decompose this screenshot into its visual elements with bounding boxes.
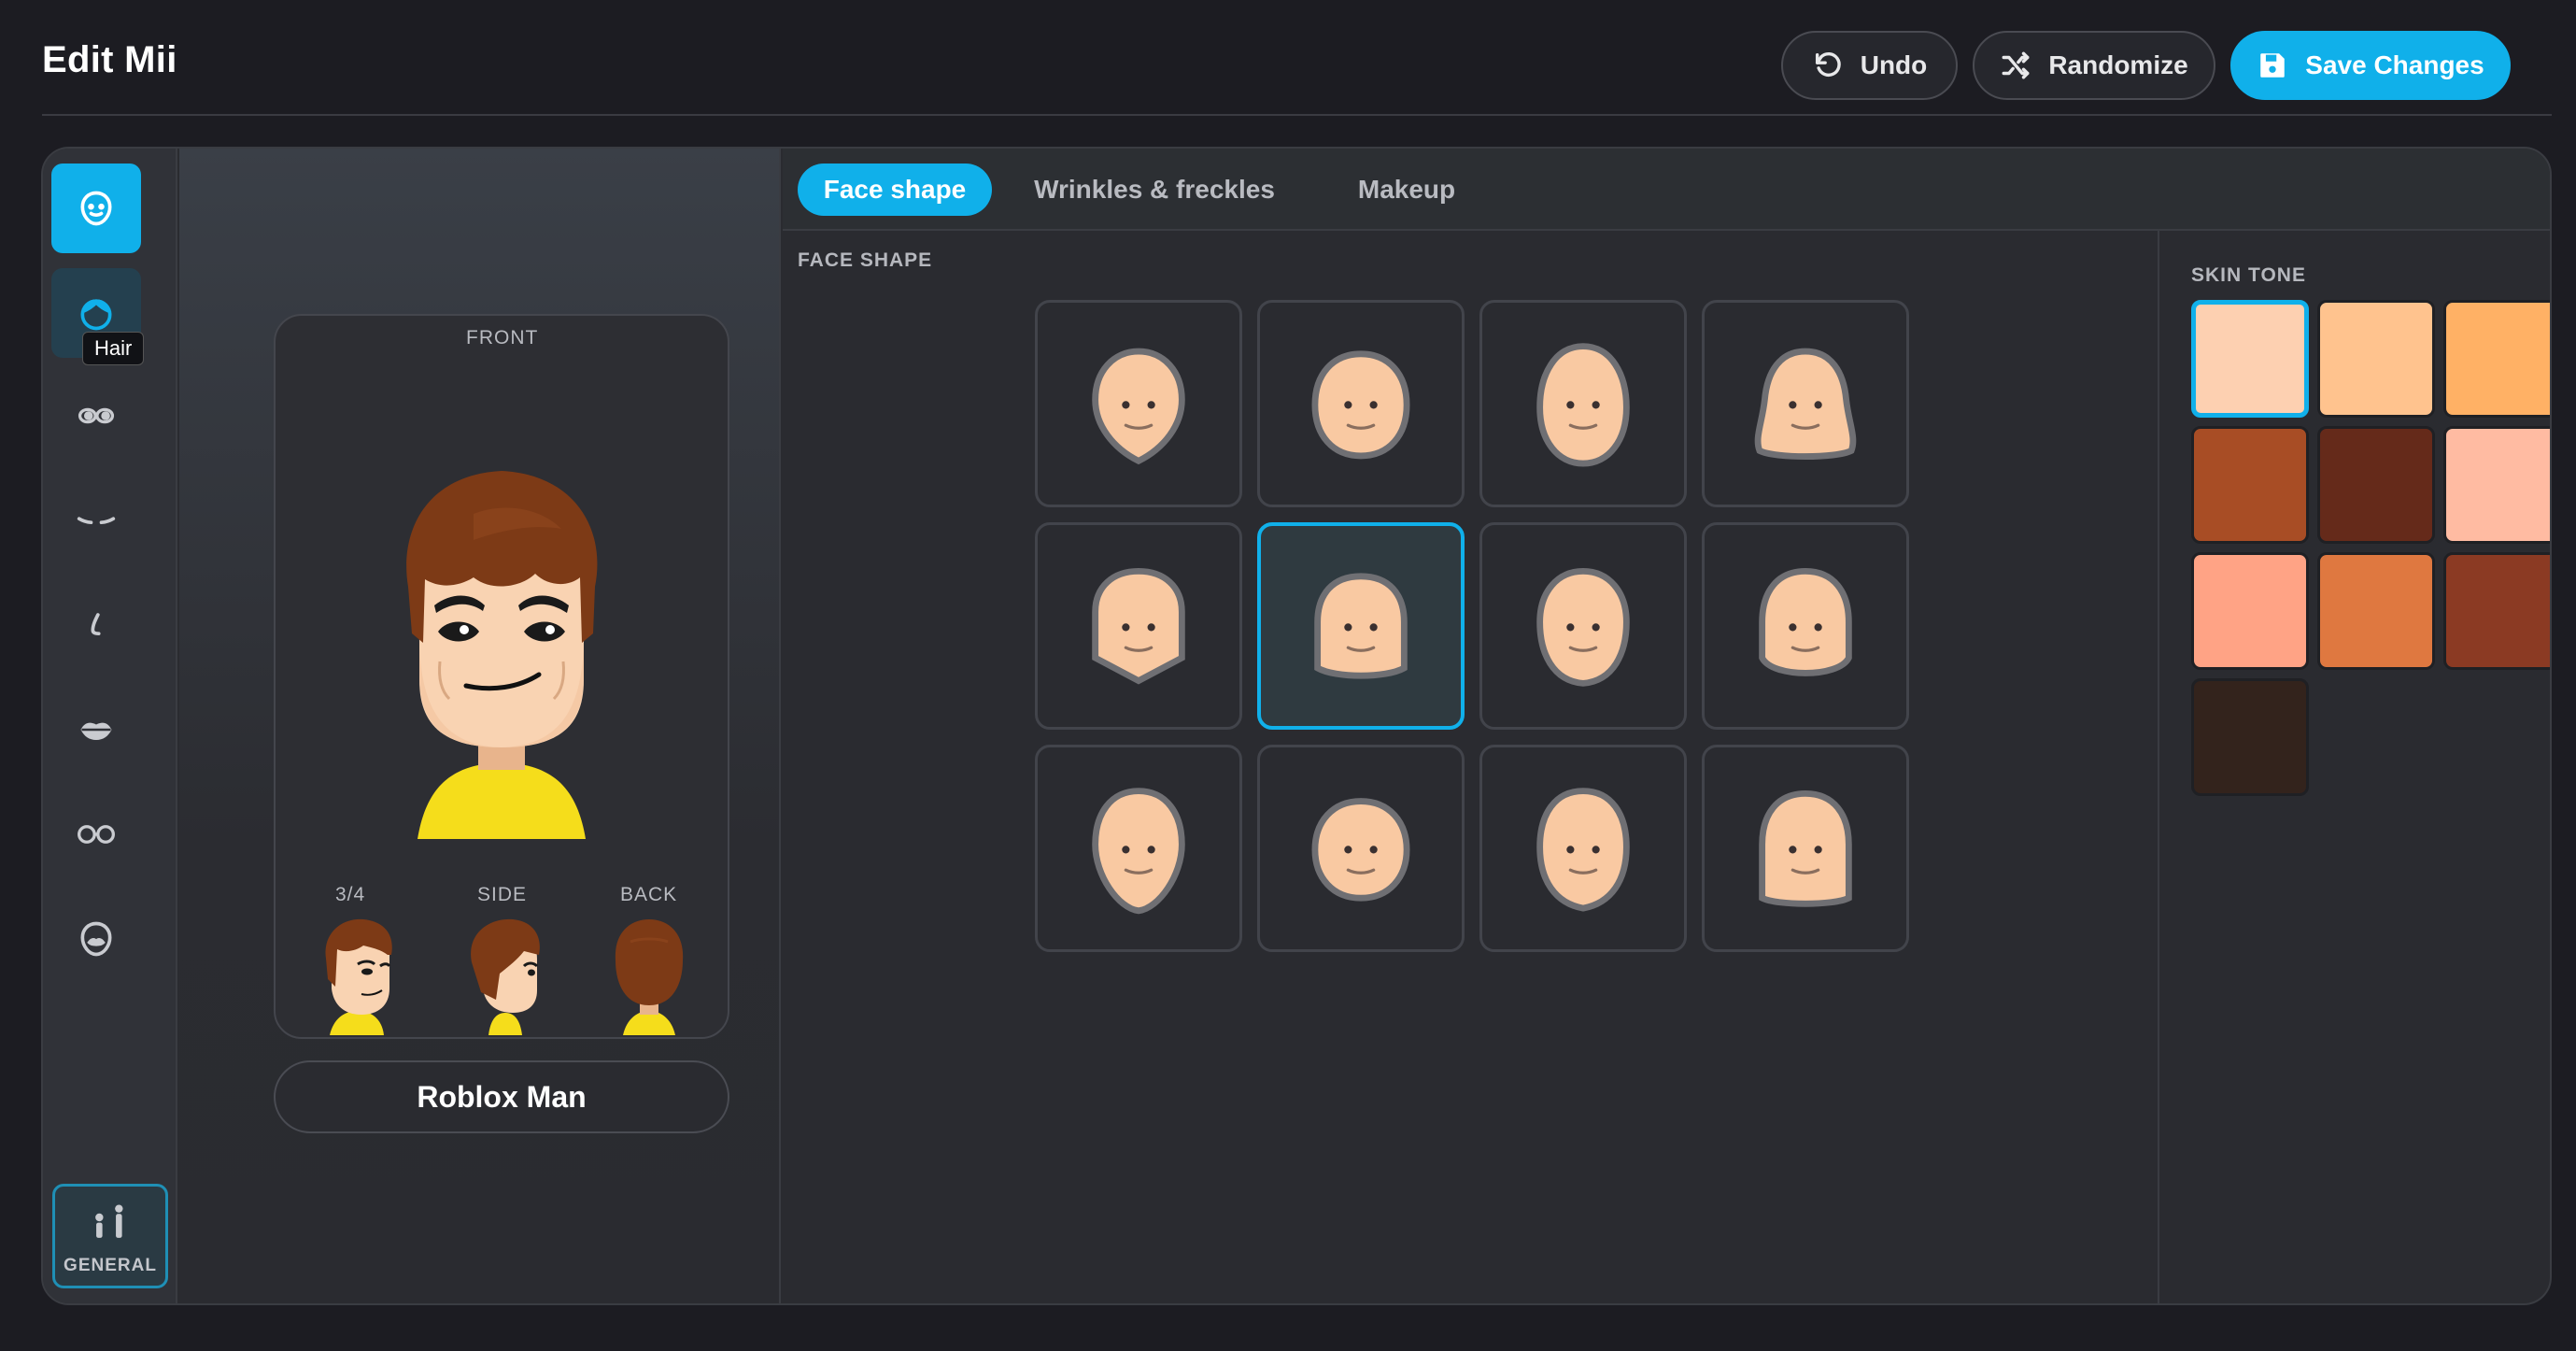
face-shape-icon <box>1092 788 1185 915</box>
hair-tooltip: Hair <box>82 332 145 365</box>
face-shape-option[interactable] <box>1035 745 1242 952</box>
skin-tone-swatch[interactable] <box>2317 552 2435 670</box>
skin-tone-section-label: SKIN TONE <box>2191 264 2306 286</box>
face-shape-section-label: FACE SHAPE <box>798 249 933 271</box>
skin-tone-swatch[interactable] <box>2317 300 2435 418</box>
preview-column: FRONT 3/4 SIDE BACK Roblox Man <box>179 149 781 1303</box>
face-shape-option[interactable] <box>1479 522 1687 730</box>
page-title: Edit Mii <box>42 39 177 80</box>
face-shape-option[interactable] <box>1257 745 1465 952</box>
category-rail: Hair GENERAL <box>43 149 177 1303</box>
side-view-label: SIDE <box>477 884 528 905</box>
undo-icon <box>1815 51 1841 78</box>
face-shape-option[interactable] <box>1035 300 1242 507</box>
face-shape-option[interactable] <box>1257 522 1465 730</box>
mii-three-quarter-view <box>325 918 392 1035</box>
face-shape-option[interactable] <box>1702 300 1909 507</box>
skin-tone-swatch[interactable] <box>2191 678 2309 796</box>
tab-face-shape[interactable]: Face shape <box>798 164 992 216</box>
skin-tone-swatch[interactable] <box>2191 300 2309 418</box>
rail-item-glasses[interactable] <box>51 789 141 879</box>
face-shape-icon <box>1536 567 1630 687</box>
skin-tone-swatch[interactable] <box>2317 426 2435 544</box>
face-shape-icon <box>1314 573 1408 679</box>
editor-area: Face shape Wrinkles & freckles Makeup FA… <box>783 149 2550 1303</box>
tab-makeup[interactable]: Makeup <box>1313 164 1500 216</box>
tab-wrinkles-freckles[interactable]: Wrinkles & freckles <box>1014 164 1295 216</box>
front-view-label: FRONT <box>466 327 539 348</box>
mii-name-display[interactable]: Roblox Man <box>274 1060 729 1133</box>
editor-divider <box>2158 231 2159 1303</box>
face-shape-icon <box>1759 567 1852 676</box>
face-shape-option[interactable] <box>1479 745 1687 952</box>
face-shape-icon <box>1092 348 1185 465</box>
face-shape-icon <box>1092 567 1185 685</box>
mustache-icon <box>80 921 112 957</box>
skin-tone-swatch[interactable] <box>2191 426 2309 544</box>
mii-preview-card: FRONT 3/4 SIDE BACK <box>274 314 729 1039</box>
skin-tone-swatch[interactable] <box>2443 300 2550 418</box>
three-quarter-view-label: 3/4 <box>335 884 366 905</box>
nose-icon <box>91 613 101 635</box>
body-size-icon <box>95 1204 123 1238</box>
face-shape-option[interactable] <box>1257 300 1465 507</box>
eyes-icon <box>78 407 115 424</box>
face-shape-option[interactable] <box>1035 522 1242 730</box>
general-button[interactable]: GENERAL <box>52 1184 168 1288</box>
face-shape-icon <box>1536 343 1630 467</box>
save-icon <box>2260 53 2286 78</box>
editor-panel: Hair GENERAL FRONT 3/4 SIDE BACK Roblox … <box>41 147 2552 1305</box>
face-shape-icon <box>1311 350 1410 460</box>
face-icon <box>80 191 112 226</box>
rail-item-face[interactable] <box>51 164 141 253</box>
shuffle-icon <box>2002 51 2030 79</box>
randomize-label: Randomize <box>2048 50 2188 79</box>
mii-side-view <box>471 918 540 1035</box>
face-shape-option[interactable] <box>1479 300 1687 507</box>
skin-tone-swatch[interactable] <box>2191 552 2309 670</box>
glasses-icon <box>78 825 115 844</box>
undo-button[interactable]: Undo <box>1781 31 1958 100</box>
editor-tabs: Face shape Wrinkles & freckles Makeup <box>783 149 2550 231</box>
rail-item-mustache[interactable] <box>51 894 141 984</box>
skin-tone-swatch[interactable] <box>2443 552 2550 670</box>
face-shape-option[interactable] <box>1702 522 1909 730</box>
mii-front-view <box>406 471 598 839</box>
rail-item-mouth[interactable] <box>51 685 141 775</box>
mouth-icon <box>80 722 112 740</box>
rail-item-eyebrows[interactable] <box>51 476 141 565</box>
face-shape-icon <box>1754 348 1857 460</box>
skin-tone-swatch[interactable] <box>2443 426 2550 544</box>
back-view-label: BACK <box>620 884 678 905</box>
hair-icon <box>80 299 112 331</box>
face-shape-icon <box>1759 789 1852 907</box>
rail-item-nose[interactable] <box>51 580 141 670</box>
save-changes-label: Save Changes <box>2305 50 2484 79</box>
randomize-button[interactable]: Randomize <box>1973 31 2215 100</box>
eyebrows-icon <box>77 517 116 525</box>
face-shape-icon <box>1311 798 1410 902</box>
face-shape-option[interactable] <box>1702 745 1909 952</box>
undo-label: Undo <box>1860 50 1928 79</box>
face-shape-icon <box>1536 788 1630 912</box>
mii-back-view <box>615 919 684 1035</box>
general-label: GENERAL <box>64 1256 157 1275</box>
save-changes-button[interactable]: Save Changes <box>2230 31 2511 100</box>
rail-item-eyes[interactable] <box>51 371 141 461</box>
